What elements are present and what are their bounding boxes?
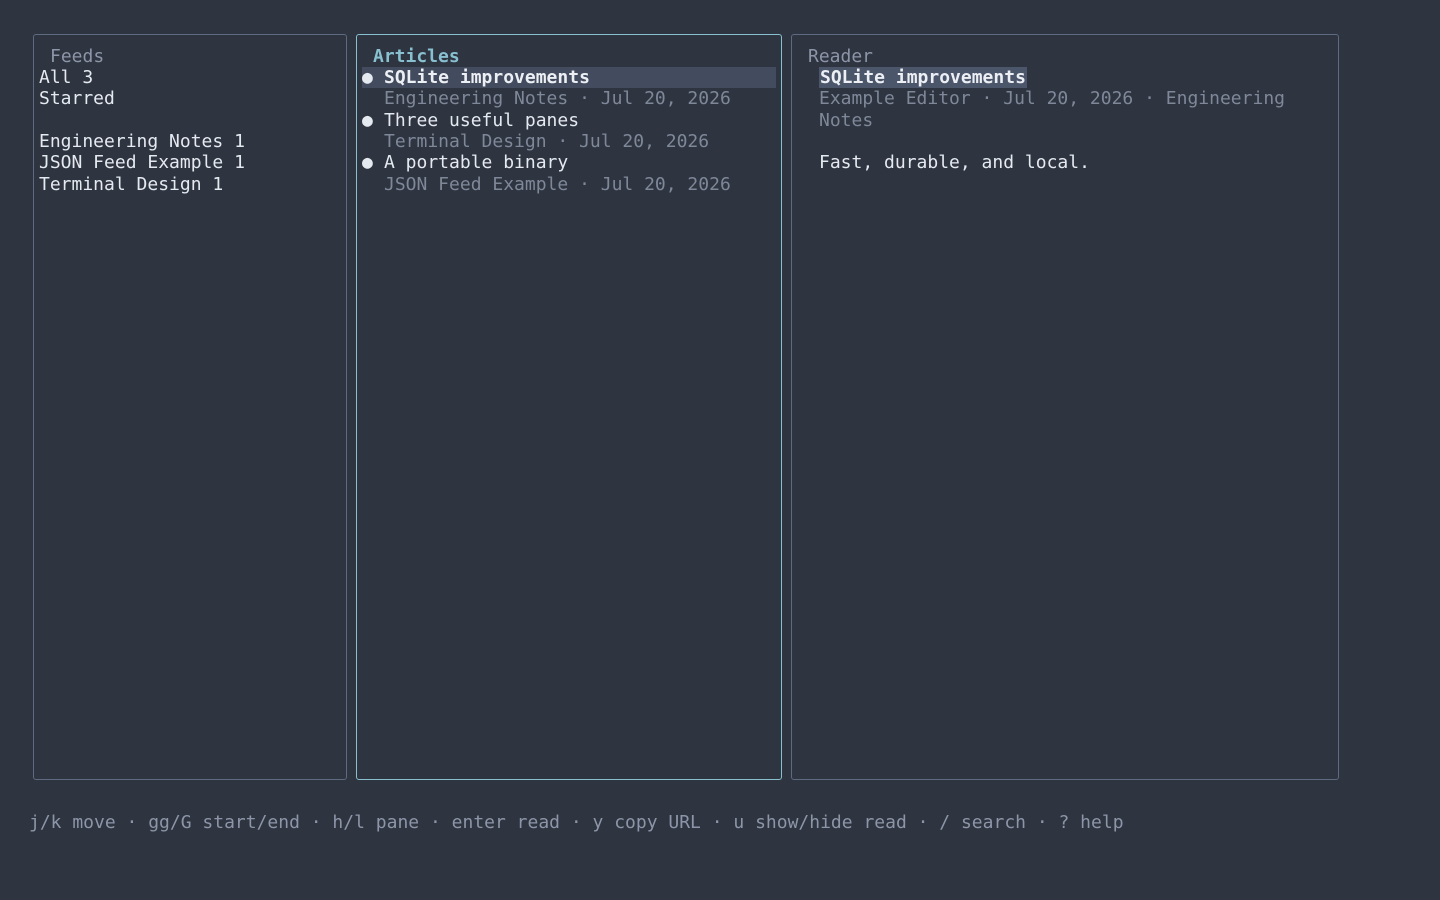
reader-pane[interactable]: Reader SQLite improvements Example Edito…	[791, 34, 1339, 780]
unread-dot-icon: ●	[362, 109, 373, 131]
feeds-list: All 3 Starred Engineering Notes 1 JSON F…	[39, 67, 341, 195]
article-title: Three useful panes	[384, 109, 580, 131]
unread-dot-icon: ●	[362, 67, 373, 88]
article-item-a-portable-binary[interactable]: ● A portable binary	[362, 152, 776, 173]
reader-article-meta: Example Editor · Jul 20, 2026 · Engineer…	[819, 88, 1285, 131]
articles-list: ● SQLite improvements Engineering Notes …	[362, 67, 776, 195]
feed-item-json-feed-example[interactable]: JSON Feed Example 1	[39, 152, 341, 173]
reader-article-body: Fast, durable, and local.	[819, 152, 1090, 174]
unread-dot-icon: ●	[362, 152, 373, 174]
feed-item-all[interactable]: All 3	[39, 67, 341, 88]
feeds-pane-title: Feeds	[50, 46, 105, 67]
keybinding-help-bar: j/k move · gg/G start/end · h/l pane · e…	[29, 812, 1124, 833]
article-title: SQLite improvements	[384, 67, 590, 88]
reader-pane-title: Reader	[808, 46, 874, 67]
articles-pane[interactable]: Articles ● SQLite improvements Engineeri…	[356, 34, 782, 780]
feed-item-terminal-design[interactable]: Terminal Design 1	[39, 174, 341, 195]
article-item-sqlite-improvements[interactable]: ● SQLite improvements	[362, 67, 776, 89]
reader-content: SQLite improvements Example Editor · Jul…	[819, 67, 1318, 174]
feed-item-starred[interactable]: Starred	[39, 88, 341, 109]
article-item-three-useful-panes[interactable]: ● Three useful panes	[362, 110, 776, 131]
reader-article-title: SQLite improvements	[819, 67, 1027, 89]
feed-item-engineering-notes[interactable]: Engineering Notes 1	[39, 131, 341, 152]
feed-list-separator	[39, 110, 341, 131]
article-title: A portable binary	[384, 152, 569, 174]
articles-pane-title: Articles	[373, 46, 460, 67]
feeds-pane[interactable]: Feeds All 3 Starred Engineering Notes 1 …	[33, 34, 347, 780]
